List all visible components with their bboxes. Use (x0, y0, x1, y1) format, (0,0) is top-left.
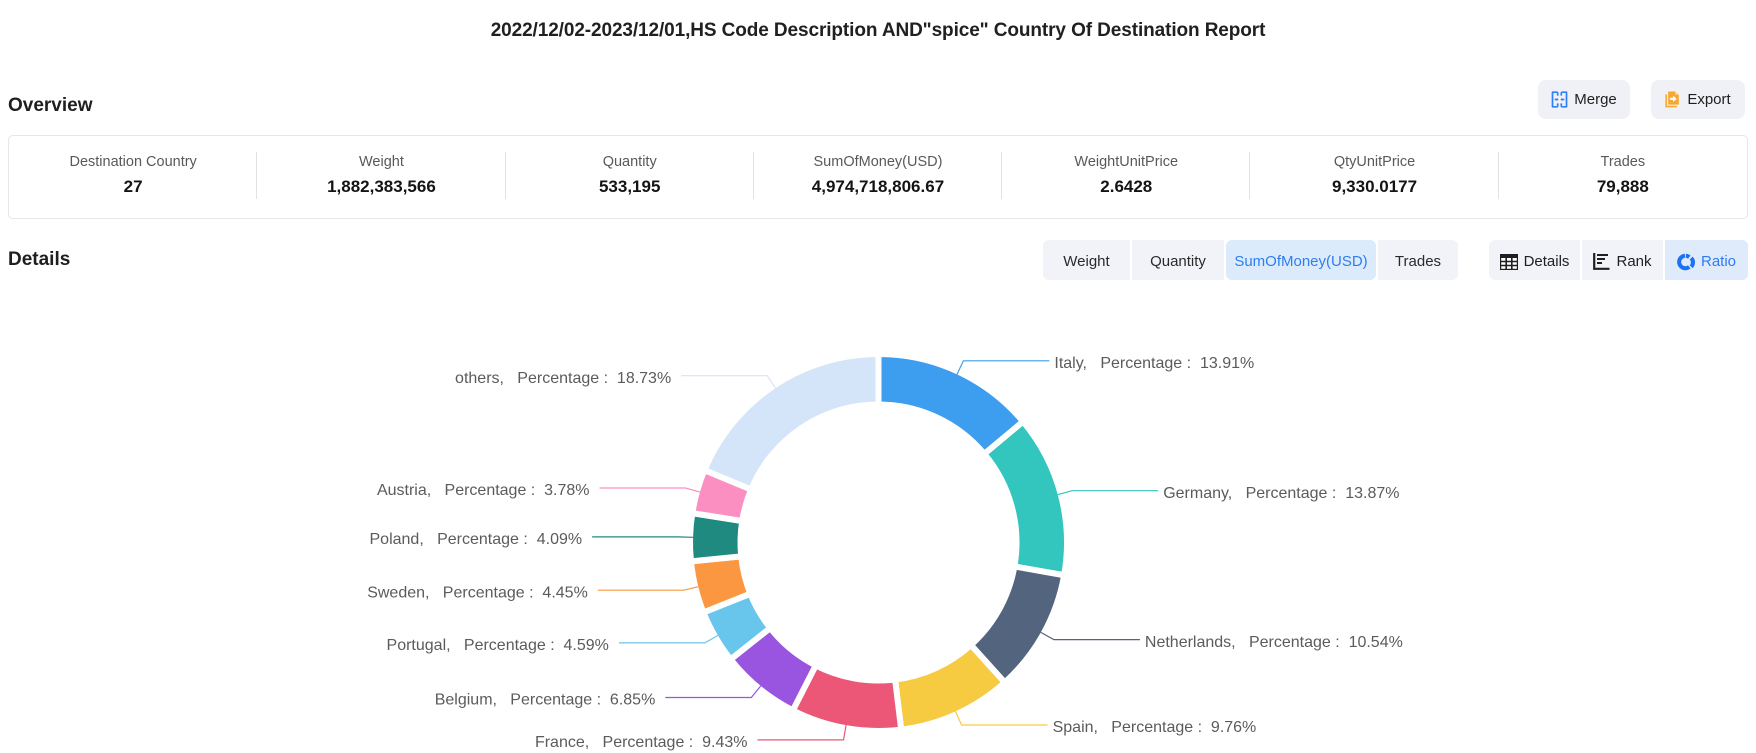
svg-text:Austria, Percentage : 3.78%: Austria, Percentage : 3.78% (377, 482, 590, 499)
svg-text:Poland, Percentage : 4.09%: Poland, Percentage : 4.09% (370, 531, 583, 548)
svg-text:France, Percentage : 9.43%: France, Percentage : 9.43% (535, 734, 748, 751)
svg-text:Belgium, Percentage : 6.85%: Belgium, Percentage : 6.85% (435, 692, 656, 709)
svg-text:Netherlands, Percentage : 1: Netherlands, Percentage : 10.54% (1145, 634, 1403, 651)
svg-text:others, Percentage : 18.73%: others, Percentage : 18.73% (455, 370, 671, 387)
svg-text:Spain, Percentage : 9.76%: Spain, Percentage : 9.76% (1053, 719, 1257, 736)
svg-text:Portugal, Percentage : 4.59: Portugal, Percentage : 4.59% (387, 637, 609, 654)
svg-text:Sweden, Percentage : 4.45%: Sweden, Percentage : 4.45% (367, 584, 588, 601)
svg-text:Germany, Percentage : 13.87: Germany, Percentage : 13.87% (1163, 485, 1399, 502)
svg-text:Italy, Percentage : 13.91%: Italy, Percentage : 13.91% (1054, 355, 1254, 372)
